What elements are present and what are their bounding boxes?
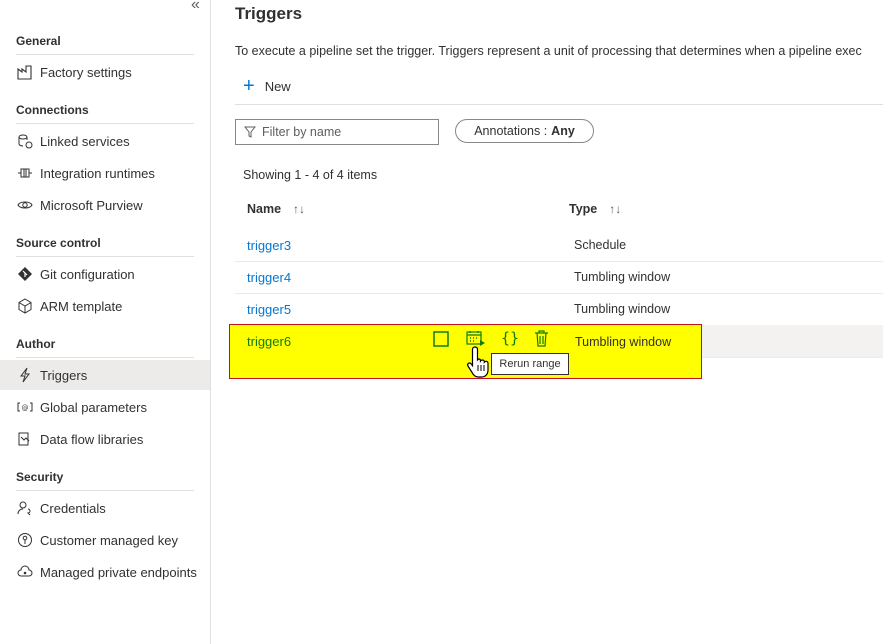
table-row[interactable]: trigger5 Tumbling window	[235, 293, 883, 326]
new-label: New	[264, 78, 291, 94]
sort-icon: ↑↓	[609, 202, 622, 216]
checkbox-icon[interactable]	[433, 331, 449, 347]
global-parameters-icon: @	[16, 399, 34, 415]
trigger-name-link[interactable]: trigger4	[247, 270, 291, 285]
factory-icon	[16, 64, 34, 80]
cloud-endpoint-icon	[16, 564, 34, 580]
sidebar-item-label: Customer managed key	[40, 532, 179, 548]
sidebar-item-label: Credentials	[40, 500, 106, 516]
column-header-type-label: Type	[569, 202, 598, 216]
section-source-control: Source control	[16, 236, 194, 257]
new-trigger-button[interactable]: + New	[243, 76, 291, 96]
sidebar-item-label: Data flow libraries	[40, 431, 144, 447]
section-author: Author	[16, 337, 194, 358]
trigger-name-link[interactable]: trigger3	[247, 238, 291, 253]
filter-funnel-icon	[244, 126, 256, 138]
sidebar-item-microsoft-purview[interactable]: Microsoft Purview	[0, 190, 210, 220]
sidebar-item-label: Linked services	[40, 133, 130, 149]
sidebar-item-credentials[interactable]: Credentials	[0, 493, 210, 523]
json-code-icon[interactable]: {}	[501, 329, 519, 347]
purview-eye-icon	[16, 197, 34, 213]
sidebar-item-label: Microsoft Purview	[40, 197, 143, 213]
triggers-pane: Triggers To execute a pipeline set the t…	[211, 0, 883, 644]
svg-text:@: @	[22, 404, 29, 412]
page-description: To execute a pipeline set the trigger. T…	[235, 44, 862, 58]
sidebar-item-label: Git configuration	[40, 266, 135, 282]
trigger-type: Tumbling window	[575, 335, 672, 349]
sidebar-item-label: ARM template	[40, 298, 123, 314]
sidebar-item-linked-services[interactable]: Linked services	[0, 126, 210, 156]
collapse-sidebar-icon[interactable]: «	[191, 0, 200, 14]
data-flow-library-icon	[16, 431, 34, 447]
trigger-type: Schedule	[574, 238, 627, 252]
git-icon	[16, 266, 34, 282]
integration-runtime-icon	[16, 165, 34, 181]
sidebar-item-integration-runtimes[interactable]: Integration runtimes	[0, 158, 210, 188]
annotations-label: Annotations :	[474, 124, 548, 138]
sidebar-item-factory-settings[interactable]: Factory settings	[0, 57, 210, 87]
hand-pointer-cursor-icon	[466, 345, 494, 379]
sidebar-item-label: Triggers	[40, 367, 88, 383]
rerun-range-tooltip: Rerun range	[491, 353, 569, 375]
linked-services-icon	[16, 133, 34, 149]
trigger-name-link[interactable]: trigger5	[247, 302, 291, 317]
sidebar-item-managed-private-endpoints[interactable]: Managed private endpoints	[0, 557, 210, 587]
section-security: Security	[16, 470, 194, 491]
sidebar-item-git-configuration[interactable]: Git configuration	[0, 259, 210, 289]
sidebar-item-label: Managed private endpoints	[40, 564, 197, 580]
trigger-type: Tumbling window	[574, 270, 671, 284]
sidebar-item-customer-managed-key[interactable]: Customer managed key	[0, 525, 210, 555]
column-header-name[interactable]: Name ↑↓	[247, 202, 305, 216]
delete-icon[interactable]	[534, 330, 549, 347]
items-count: Showing 1 - 4 of 4 items	[243, 168, 378, 182]
trigger-type: Tumbling window	[574, 302, 671, 316]
trigger-name-link[interactable]: trigger6	[247, 334, 291, 349]
sidebar-item-label: Integration runtimes	[40, 165, 155, 181]
filter-input[interactable]: Filter by name	[235, 119, 439, 145]
sidebar-item-global-parameters[interactable]: @ Global parameters	[0, 392, 210, 422]
sidebar-item-label: Factory settings	[40, 64, 132, 80]
section-connections: Connections	[16, 103, 194, 124]
sidebar-item-arm-template[interactable]: ARM template	[0, 291, 210, 321]
section-general: General	[16, 34, 194, 55]
toolbar-divider	[235, 104, 883, 105]
lightning-icon	[16, 367, 34, 383]
sidebar: « General Factory settings Connections L…	[0, 0, 211, 644]
sort-icon: ↑↓	[293, 202, 306, 216]
key-shield-icon	[16, 532, 34, 548]
column-header-name-label: Name	[247, 202, 282, 216]
sidebar-item-label: Global parameters	[40, 399, 147, 415]
table-row[interactable]: trigger4 Tumbling window	[235, 261, 883, 294]
arm-template-cube-icon	[16, 298, 34, 314]
sidebar-item-triggers[interactable]: Triggers	[0, 360, 210, 390]
annotations-filter-pill[interactable]: Annotations : Any	[455, 119, 594, 143]
page-title: Triggers	[235, 4, 303, 23]
credentials-person-icon	[16, 500, 34, 516]
table-row[interactable]: trigger3 Schedule	[235, 229, 883, 262]
filter-placeholder: Filter by name	[262, 125, 342, 139]
plus-icon: +	[243, 75, 255, 97]
annotations-value: Any	[551, 124, 575, 138]
sidebar-item-data-flow-libraries[interactable]: Data flow libraries	[0, 424, 210, 454]
column-header-type[interactable]: Type ↑↓	[569, 202, 621, 216]
